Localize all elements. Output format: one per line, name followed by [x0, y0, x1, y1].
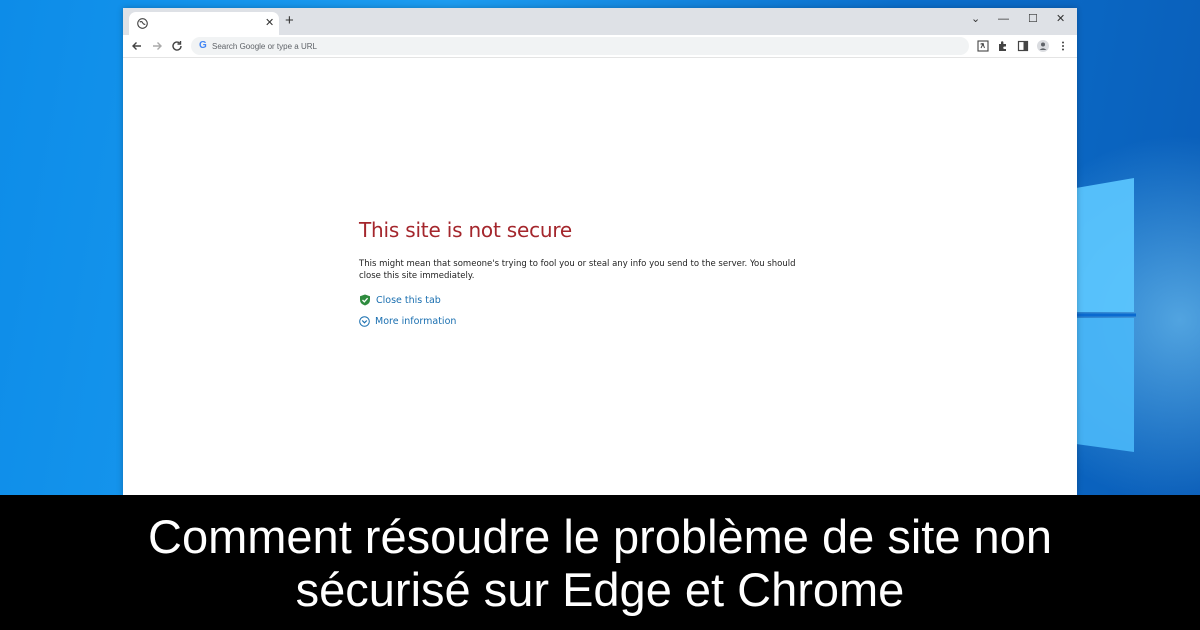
error-description: This might mean that someone's trying to…: [359, 259, 796, 281]
menu-icon[interactable]: [1056, 39, 1070, 53]
page-content: This site is not secure This might mean …: [123, 58, 1077, 495]
chevron-circle-icon: [359, 316, 370, 327]
tab-search-button[interactable]: ⌄: [971, 12, 980, 26]
search-input[interactable]: [212, 38, 952, 54]
new-tab-button[interactable]: +: [285, 13, 294, 28]
reload-icon[interactable]: [170, 39, 184, 53]
translate-icon[interactable]: [976, 39, 990, 53]
shield-check-icon: [360, 294, 370, 306]
close-tab-link[interactable]: Close this tab: [359, 294, 441, 306]
more-information-label[interactable]: More information: [375, 316, 456, 327]
caption-banner: Comment résoudre le problème de site non…: [0, 495, 1200, 630]
extensions-icon[interactable]: [996, 39, 1010, 53]
browser-window: ✕ + ⌄ — ☐ ✕ G Search Google or type a UR…: [123, 8, 1077, 495]
address-bar[interactable]: G: [191, 37, 969, 55]
globe-icon: [137, 18, 148, 29]
browser-tab[interactable]: ✕: [129, 12, 279, 35]
page-title: This site is not secure: [359, 218, 573, 242]
close-window-button[interactable]: ✕: [1056, 12, 1065, 26]
reading-list-icon[interactable]: [1016, 39, 1030, 53]
maximize-button[interactable]: ☐: [1028, 12, 1038, 26]
forward-icon[interactable]: [150, 39, 164, 53]
tab-close-button[interactable]: ✕: [265, 16, 274, 30]
close-tab-label[interactable]: Close this tab: [376, 295, 441, 306]
browser-toolbar: G: [123, 35, 1077, 58]
google-icon: G: [199, 40, 207, 51]
back-icon[interactable]: [130, 39, 144, 53]
tab-strip: ✕ + ⌄ — ☐ ✕: [123, 8, 1077, 35]
minimize-button[interactable]: —: [998, 12, 1009, 26]
caption-title: Comment résoudre le problème de site non…: [148, 509, 1052, 616]
more-information-link[interactable]: More information: [359, 316, 456, 327]
windows-logo-icon: [1076, 178, 1136, 452]
profile-icon[interactable]: [1036, 39, 1050, 53]
